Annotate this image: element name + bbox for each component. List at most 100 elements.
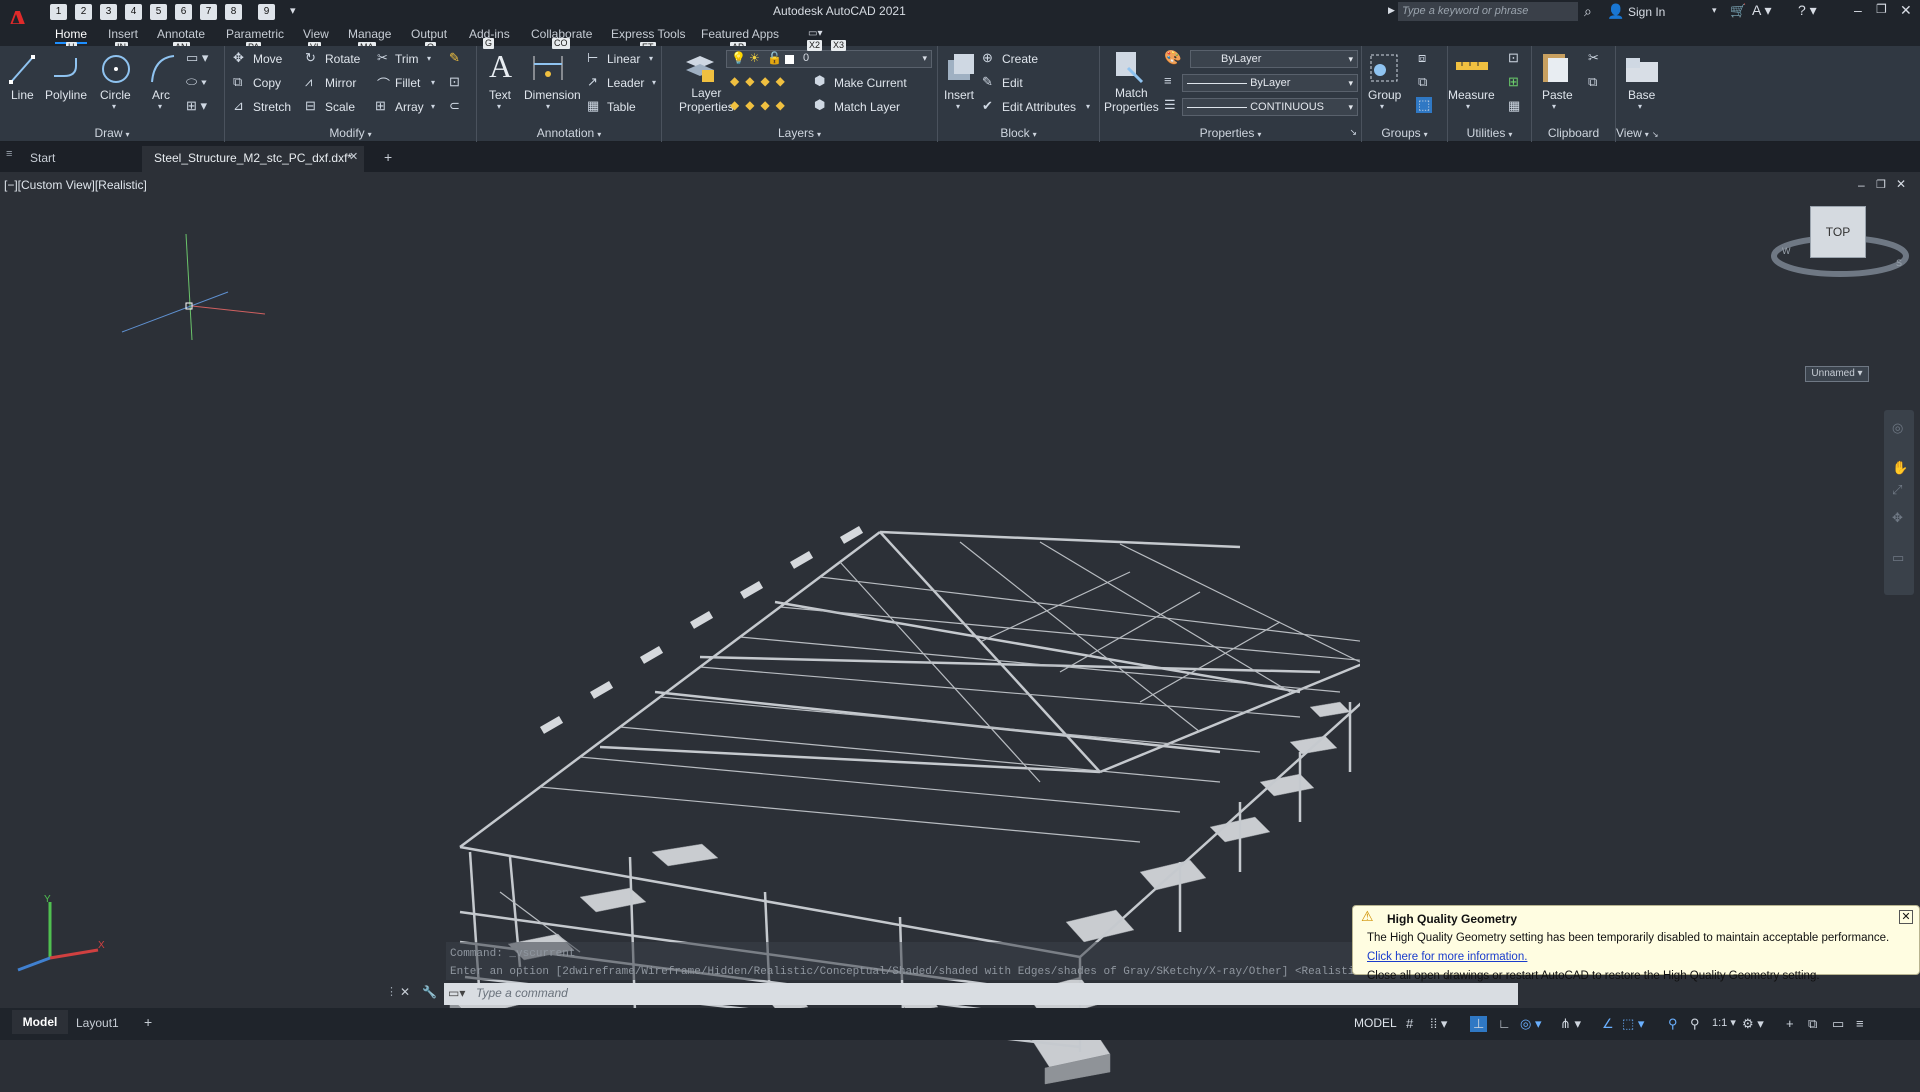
tab-start[interactable]: Start <box>18 146 138 170</box>
paste-button[interactable]: Paste <box>1542 88 1573 102</box>
make-current-button[interactable]: Make Current <box>834 76 907 90</box>
isodraft-icon[interactable]: ⋔ ▾ <box>1560 1016 1581 1032</box>
grid-icon[interactable]: # <box>1406 1016 1413 1031</box>
command-prompt-icon[interactable]: ▭▾ <box>448 986 465 1000</box>
sign-in-dropdown-icon[interactable]: ▾ <box>1712 5 1717 16</box>
qa-new-button[interactable]: 1 <box>50 4 67 20</box>
search-input[interactable]: Type a keyword or phrase <box>1398 2 1578 21</box>
arc-dropdown-icon[interactable]: ▾ <box>158 102 162 111</box>
customization-menu-icon[interactable]: ≡ <box>1856 1016 1864 1031</box>
copy-button[interactable]: Copy <box>253 76 281 90</box>
base-dropdown-icon[interactable]: ▾ <box>1638 102 1642 111</box>
minimize-button[interactable]: – <box>1854 2 1862 18</box>
viewport-restore-icon[interactable]: ❐ <box>1876 178 1886 191</box>
fillet-dropdown-icon[interactable]: ▾ <box>431 78 435 87</box>
edit-attributes-dropdown-icon[interactable]: ▾ <box>1086 102 1090 111</box>
calculator-icon[interactable]: ▦ <box>1508 98 1520 114</box>
stretch-button[interactable]: Stretch <box>253 100 291 114</box>
boundary-icon[interactable]: ⊞ ▾ <box>186 98 207 114</box>
zoom-extents-icon[interactable]: ⤢ <box>1892 482 1902 498</box>
dimension-dropdown-icon[interactable]: ▾ <box>546 102 550 111</box>
trim-button[interactable]: Trim <box>395 52 419 66</box>
tab-insert[interactable]: Insert <box>108 27 138 41</box>
fillet-button[interactable]: Fillet <box>395 76 420 90</box>
array-button[interactable]: Array <box>395 100 424 114</box>
search-arrow-icon[interactable]: ▶ <box>1388 5 1395 16</box>
annotation-monitor-icon[interactable]: + <box>1786 1016 1794 1031</box>
isolate-objects-icon[interactable]: ⧉ <box>1808 1016 1817 1032</box>
group-button[interactable]: Group <box>1368 88 1401 102</box>
tab-close-icon[interactable]: ✕ <box>349 150 358 163</box>
copy-clip-icon[interactable]: ⧉ <box>1588 74 1597 90</box>
properties-launcher-icon[interactable]: ↘ <box>1349 127 1357 138</box>
qa-open-button[interactable]: 2 <box>75 4 92 20</box>
group-edit-icon[interactable]: ⧉ <box>1418 74 1427 90</box>
explode-icon[interactable]: ⊡ <box>449 74 460 90</box>
file-tab-menu-icon[interactable]: ≡ <box>6 148 12 160</box>
leader-button[interactable]: Leader <box>607 76 644 90</box>
infer-constraints-icon[interactable]: ⊥ <box>1470 1016 1488 1032</box>
tab-layout1[interactable]: Layout1 <box>76 1016 119 1030</box>
new-tab-button[interactable]: + <box>384 149 392 165</box>
match-properties-button[interactable]: Match Properties <box>1104 86 1159 114</box>
tab-manage[interactable]: Manage <box>348 27 391 41</box>
showmotion-icon[interactable]: ▭ <box>1892 550 1904 566</box>
layer-on-icon[interactable]: 💡 <box>731 51 746 65</box>
layer-tools-row1-icon[interactable]: ◆◆◆◆ <box>730 74 791 88</box>
modify-panel-title[interactable]: Modify ▾ <box>225 126 476 140</box>
scale-button[interactable]: Scale <box>325 100 355 114</box>
view-panel-title[interactable]: View ▾ ↘ <box>1616 126 1672 140</box>
viewcube[interactable]: TOP W S <box>1770 202 1910 282</box>
table-button[interactable]: Table <box>607 100 636 114</box>
viewcube-top-face[interactable]: TOP <box>1810 206 1866 258</box>
linear-dropdown-icon[interactable]: ▾ <box>649 54 653 63</box>
array-dropdown-icon[interactable]: ▾ <box>431 102 435 111</box>
ortho-icon[interactable]: ∟ <box>1498 1016 1511 1031</box>
qa-redo-button[interactable]: 9 <box>258 4 275 20</box>
sign-in-link[interactable]: Sign In <box>1628 5 1665 19</box>
groups-panel-title[interactable]: Groups ▾ <box>1362 126 1447 140</box>
orbit-icon[interactable]: ✥ <box>1892 510 1903 526</box>
object-snap-tracking-icon[interactable]: ∠ <box>1602 1016 1614 1032</box>
group-dropdown-icon[interactable]: ▾ <box>1380 102 1384 111</box>
autodesk-a360-icon[interactable]: A ▾ <box>1752 2 1771 19</box>
command-grip-icon[interactable]: ⋮ <box>386 985 397 998</box>
match-layer-button[interactable]: Match Layer <box>834 100 900 114</box>
insert-dropdown-icon[interactable]: ▾ <box>956 102 960 111</box>
qa-print-button[interactable]: 6 <box>175 4 192 20</box>
tab-output[interactable]: Output <box>411 27 447 41</box>
annotation-visibility-icon[interactable]: ⚲ <box>1668 1016 1678 1032</box>
polar-tracking-icon[interactable]: ◎ ▾ <box>1520 1016 1541 1032</box>
edit-attributes-button[interactable]: Edit Attributes <box>1002 100 1076 114</box>
layer-freeze-icon[interactable]: ☀ <box>749 51 760 65</box>
ribbon-toggle-icon[interactable]: ▭▾ <box>808 28 822 39</box>
qa-undo-button[interactable]: 8 <box>225 4 242 20</box>
properties-panel-title[interactable]: Properties ▾ <box>1100 126 1361 140</box>
help-icon[interactable]: ? ▾ <box>1798 2 1817 19</box>
cart-icon[interactable]: 🛒 <box>1730 3 1746 19</box>
viewport-close-icon[interactable]: ✕ <box>1896 177 1906 191</box>
color-dropdown[interactable]: ByLayer ▾ <box>1190 50 1358 68</box>
tab-annotate[interactable]: Annotate <box>157 27 205 41</box>
ucs-name-dropdown[interactable]: Unnamed ▾ <box>1805 366 1869 382</box>
drawing-viewport[interactable]: [−][Custom View][Realistic] – ❐ ✕ TOP W … <box>0 172 1920 1085</box>
rotate-button[interactable]: Rotate <box>325 52 360 66</box>
auto-scale-icon[interactable]: ⚲ <box>1690 1016 1700 1032</box>
command-close-icon[interactable]: ✕ <box>400 985 410 999</box>
linear-button[interactable]: Linear <box>607 52 640 66</box>
layer-tools-row2-icon[interactable]: ◆◆◆◆ <box>730 98 791 112</box>
create-block-button[interactable]: Create <box>1002 52 1038 66</box>
circle-dropdown-icon[interactable]: ▾ <box>112 102 116 111</box>
dimension-button[interactable]: Dimension <box>524 88 581 102</box>
group-select-icon[interactable]: ⬚ <box>1416 97 1433 113</box>
notification-close-icon[interactable]: ✕ <box>1899 910 1913 924</box>
measure-button[interactable]: Measure <box>1448 88 1495 102</box>
annotation-scale[interactable]: 1:1 ▾ <box>1712 1016 1736 1029</box>
insert-button[interactable]: Insert <box>944 88 974 102</box>
color-wheel-icon[interactable]: 🎨 <box>1164 49 1181 66</box>
polyline-button[interactable]: Polyline <box>45 88 87 102</box>
layer-dropdown[interactable]: 💡 ☀ 🔓 0 ▾ <box>726 50 932 68</box>
move-button[interactable]: Move <box>253 52 282 66</box>
viewport-minimize-icon[interactable]: – <box>1858 178 1865 192</box>
tab-view[interactable]: View <box>303 27 329 41</box>
